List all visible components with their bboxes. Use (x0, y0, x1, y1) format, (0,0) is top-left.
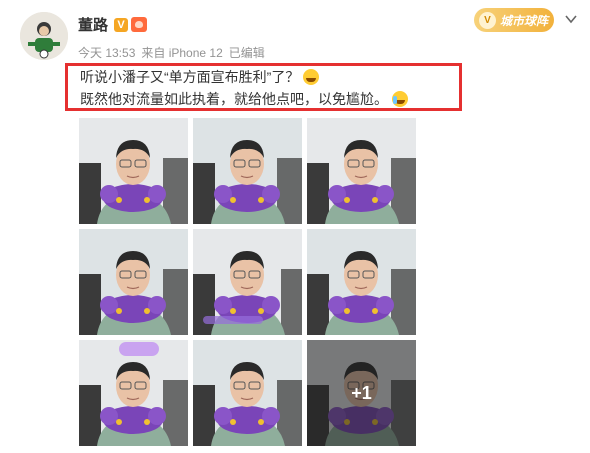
chevron-down-icon[interactable] (564, 12, 578, 26)
author-name[interactable]: 董路 (78, 14, 108, 35)
post-text-line-1: 听说小潘子又“单方面宣布胜利”了？ (80, 67, 320, 87)
sticker-decoration (119, 342, 159, 356)
more-photos-overlay[interactable]: +1 (307, 340, 416, 446)
photo-grid: +1 (79, 118, 419, 453)
vip-card-tag[interactable]: V 城市球阵 (474, 8, 554, 32)
post-time[interactable]: 今天 13:53 (78, 44, 135, 61)
avatar[interactable] (20, 12, 68, 60)
photo-thumbnail[interactable] (193, 229, 302, 335)
author-row: 董路 V (78, 14, 148, 35)
laughing-emoji-icon (303, 69, 320, 85)
vip-tag-label: 城市球阵 (500, 13, 549, 28)
photo-thumbnail[interactable] (79, 229, 188, 335)
verified-badge-icon: V (114, 17, 129, 32)
photo-thumbnail[interactable] (79, 118, 188, 224)
stream-overlay-label (203, 316, 263, 324)
post-source: 来自 iPhone 12 (141, 46, 223, 60)
edited-label[interactable]: 已编辑 (229, 44, 265, 61)
post-meta: 今天 13:53 来自 iPhone 12 已编辑 (78, 44, 265, 61)
photo-thumbnail[interactable]: +1 (307, 340, 416, 446)
photo-thumbnail[interactable] (79, 340, 188, 446)
photo-thumbnail[interactable] (193, 340, 302, 446)
photo-thumbnail[interactable] (307, 229, 416, 335)
photo-thumbnail[interactable] (307, 118, 416, 224)
crying-laughing-emoji-icon (392, 91, 408, 107)
member-badge-icon (131, 17, 148, 32)
photo-thumbnail[interactable] (193, 118, 302, 224)
vip-icon: V (479, 11, 496, 29)
post-text-line-2: 既然他对流量如此执着，就给他点吧，以免尴尬。 (80, 89, 408, 109)
